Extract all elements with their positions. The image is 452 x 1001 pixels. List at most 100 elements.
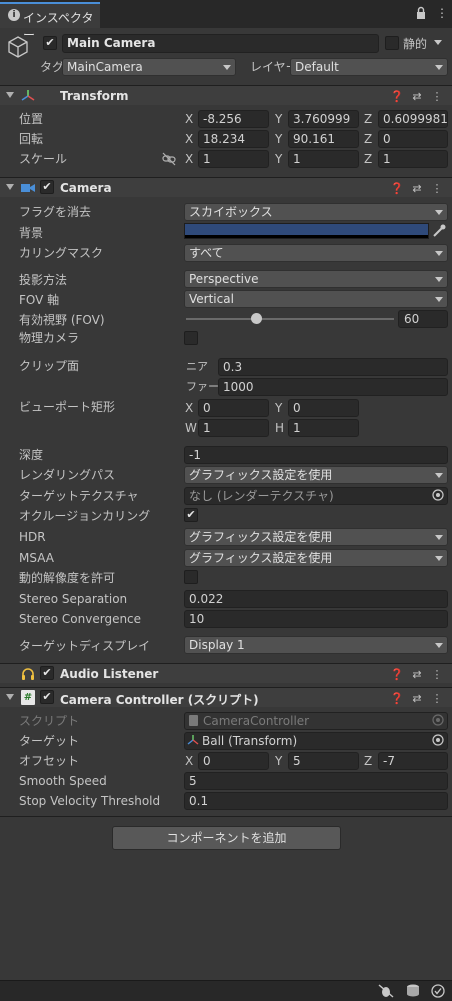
near-clip-field[interactable]: 0.3 bbox=[218, 358, 448, 376]
chevron-down-icon bbox=[435, 297, 443, 302]
gameobject-active-checkbox[interactable]: ✔ bbox=[43, 36, 57, 50]
help-icon[interactable]: ❓ bbox=[390, 668, 404, 682]
script-picker-icon bbox=[432, 714, 444, 726]
tab-inspector[interactable]: i インスペクター bbox=[0, 2, 100, 42]
viewport-y-field[interactable]: 0 bbox=[288, 399, 359, 417]
layer-dropdown[interactable]: Default bbox=[290, 58, 448, 76]
stereo-separation-label: Stereo Separation bbox=[19, 592, 128, 606]
offset-x-field[interactable]: 0 bbox=[198, 752, 269, 770]
background-label: 背景 bbox=[19, 226, 44, 240]
foldout-icon[interactable] bbox=[6, 694, 14, 700]
preset-icon[interactable]: ⇄ bbox=[410, 692, 424, 706]
target-display-value: Display 1 bbox=[189, 638, 245, 652]
camera-enabled-checkbox[interactable]: ✔ bbox=[40, 180, 54, 194]
target-field[interactable]: Ball (Transform) bbox=[184, 732, 448, 750]
tag-dropdown[interactable]: MainCamera bbox=[62, 58, 236, 76]
cache-icon[interactable] bbox=[405, 984, 421, 998]
occlusion-culling-checkbox[interactable]: ✔ bbox=[184, 508, 198, 522]
help-icon[interactable]: ❓ bbox=[390, 182, 404, 196]
help-icon[interactable]: ❓ bbox=[390, 90, 404, 104]
msaa-dropdown[interactable]: グラフィックス設定を使用 bbox=[184, 549, 448, 567]
scale-y-field[interactable]: 1 bbox=[288, 150, 359, 168]
scale-z-field[interactable]: 1 bbox=[378, 150, 448, 168]
offset-z-field[interactable]: -7 bbox=[378, 752, 448, 770]
vp-w-axis: W bbox=[185, 421, 197, 435]
camera-controller-title: Camera Controller (スクリプト) bbox=[60, 693, 259, 707]
depth-field[interactable]: -1 bbox=[184, 446, 448, 464]
hdr-dropdown[interactable]: グラフィックス設定を使用 bbox=[184, 528, 448, 546]
camera-header[interactable]: ✔ Camera ❓ ⇄ ⋮ bbox=[0, 177, 452, 197]
transform-icon bbox=[20, 88, 36, 104]
far-clip-field[interactable]: 1000 bbox=[218, 378, 448, 396]
smooth-speed-field[interactable]: 5 bbox=[184, 772, 448, 790]
lock-icon[interactable] bbox=[415, 6, 427, 20]
scale-x-field[interactable]: 1 bbox=[198, 150, 269, 168]
viewport-x-field[interactable]: 0 bbox=[198, 399, 269, 417]
target-picker-icon[interactable] bbox=[432, 734, 444, 746]
dynamic-resolution-checkbox[interactable] bbox=[184, 570, 198, 584]
vp-x-axis: X bbox=[185, 401, 194, 415]
more-icon[interactable]: ⋮ bbox=[430, 90, 444, 104]
target-texture-field[interactable]: なし (レンダーテクスチャ) bbox=[184, 487, 448, 505]
offset-y-field[interactable]: 5 bbox=[288, 752, 359, 770]
position-z-field[interactable]: 0.6099981 bbox=[378, 110, 448, 128]
foldout-icon[interactable] bbox=[6, 184, 14, 190]
fov-slider-track[interactable] bbox=[186, 318, 394, 320]
stereo-separation-field[interactable]: 0.022 bbox=[184, 590, 448, 608]
stop-velocity-field[interactable]: 0.1 bbox=[184, 792, 448, 810]
culling-mask-dropdown[interactable]: すべて bbox=[184, 244, 448, 262]
object-picker-icon[interactable] bbox=[432, 489, 444, 501]
more-icon[interactable]: ⋮ bbox=[430, 692, 444, 706]
viewport-h-field[interactable]: 1 bbox=[288, 419, 359, 437]
camera-controller-header[interactable]: # ✔ Camera Controller (スクリプト) ❓ ⇄ ⋮ bbox=[0, 687, 452, 707]
static-checkbox[interactable] bbox=[385, 36, 399, 50]
projection-dropdown[interactable]: Perspective bbox=[184, 270, 448, 288]
camera-controller-enabled-checkbox[interactable]: ✔ bbox=[40, 690, 54, 704]
audio-listener-header[interactable]: ✔ Audio Listener ❓ ⇄ ⋮ bbox=[0, 663, 452, 683]
rendering-path-dropdown[interactable]: グラフィックス設定を使用 bbox=[184, 466, 448, 484]
fov-slider-handle[interactable] bbox=[251, 313, 262, 324]
help-icon[interactable]: ❓ bbox=[390, 692, 404, 706]
audio-listener-enabled-checkbox[interactable]: ✔ bbox=[40, 666, 54, 680]
rotation-y-field[interactable]: 90.161 bbox=[288, 130, 359, 148]
rotation-z-field[interactable]: 0 bbox=[378, 130, 448, 148]
viewport-w-field[interactable]: 1 bbox=[198, 419, 269, 437]
static-dropdown-arrow[interactable] bbox=[434, 40, 444, 50]
divider bbox=[0, 816, 452, 817]
layer-value: Default bbox=[295, 60, 339, 74]
smooth-speed-label: Smooth Speed bbox=[19, 774, 107, 788]
preset-icon[interactable]: ⇄ bbox=[410, 182, 424, 196]
stop-velocity-label: Stop Velocity Threshold bbox=[19, 794, 161, 808]
check-circle-icon[interactable] bbox=[431, 984, 445, 998]
more-menu-icon[interactable]: ⋮ bbox=[436, 6, 448, 20]
debug-icon[interactable] bbox=[378, 984, 394, 998]
more-icon[interactable]: ⋮ bbox=[430, 182, 444, 196]
target-display-dropdown[interactable]: Display 1 bbox=[184, 636, 448, 654]
position-x-field[interactable]: -8.256 bbox=[198, 110, 269, 128]
physical-camera-checkbox[interactable] bbox=[184, 331, 198, 345]
clear-flags-dropdown[interactable]: スカイボックス bbox=[184, 203, 448, 221]
eyedropper-icon[interactable] bbox=[431, 223, 447, 239]
fov-axis-dropdown[interactable]: Vertical bbox=[184, 290, 448, 308]
link-icon[interactable] bbox=[162, 152, 176, 166]
foldout-icon[interactable] bbox=[6, 92, 14, 98]
tag-value: MainCamera bbox=[67, 60, 143, 74]
more-icon[interactable]: ⋮ bbox=[430, 668, 444, 682]
fov-value-field[interactable]: 60 bbox=[398, 310, 448, 328]
stereo-convergence-field[interactable]: 10 bbox=[184, 610, 448, 628]
offset-x-axis: X bbox=[185, 754, 194, 768]
script-value: CameraController bbox=[203, 714, 310, 728]
add-component-button[interactable]: コンポーネントを追加 bbox=[112, 826, 341, 850]
script-field: CameraController bbox=[184, 712, 448, 730]
scale-x-axis: X bbox=[185, 152, 194, 166]
transform-header[interactable]: Transform ❓ ⇄ ⋮ bbox=[0, 85, 452, 105]
projection-label: 投影方法 bbox=[19, 273, 68, 287]
fov-label: 有効視野 (FOV) bbox=[19, 313, 105, 327]
add-component-label: コンポーネントを追加 bbox=[166, 831, 287, 845]
gameobject-name-field[interactable]: Main Camera bbox=[62, 34, 379, 53]
preset-icon[interactable]: ⇄ bbox=[410, 668, 424, 682]
rotation-x-field[interactable]: 18.234 bbox=[198, 130, 269, 148]
position-y-field[interactable]: 3.760999 bbox=[288, 110, 359, 128]
preset-icon[interactable]: ⇄ bbox=[410, 90, 424, 104]
dynamic-resolution-label: 動的解像度を許可 bbox=[19, 571, 116, 585]
